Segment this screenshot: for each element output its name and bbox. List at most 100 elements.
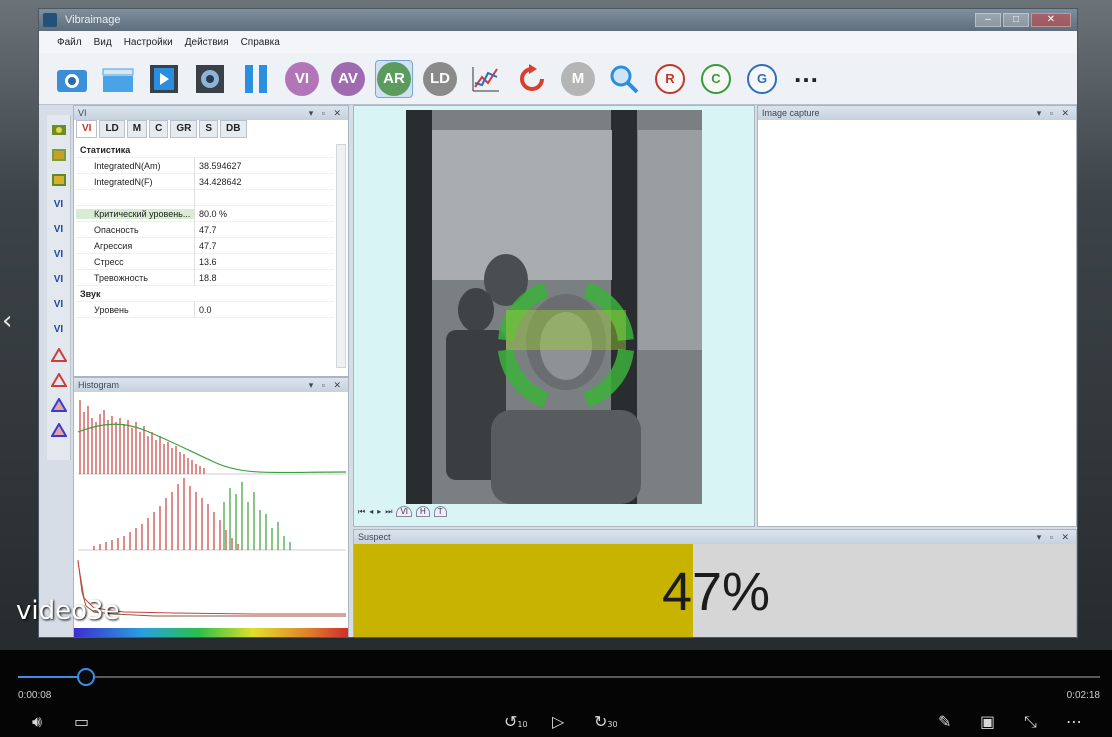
vi-tabs: VI LD M C GR S DB: [74, 120, 247, 138]
tab-h-view[interactable]: H: [416, 506, 430, 517]
side-tool-triangle-3[interactable]: [49, 394, 69, 415]
property-row[interactable]: Опасность 47.7: [76, 221, 334, 238]
property-row[interactable]: Стресс 13.6: [76, 253, 334, 270]
side-tool-triangle-1[interactable]: [49, 344, 69, 365]
tab-m[interactable]: M: [126, 120, 148, 138]
property-value: [194, 189, 199, 206]
property-row[interactable]: IntegratedN(F) 34.428642: [76, 173, 334, 190]
previous-video-icon[interactable]: ‹: [2, 306, 12, 336]
skip-back-button[interactable]: ↺10: [504, 712, 528, 731]
property-row[interactable]: Критический уровень... 80.0 %: [76, 205, 334, 222]
property-row[interactable]: Тревожность 18.8: [76, 269, 334, 286]
chart-icon: [472, 66, 499, 91]
vi-panel-title: VI: [78, 108, 87, 118]
side-tool-camera[interactable]: [49, 119, 69, 140]
side-tool-vi-4[interactable]: VI: [49, 269, 69, 290]
g-button[interactable]: G: [743, 60, 781, 98]
menu-file[interactable]: Файл: [57, 37, 82, 48]
vi-panel-scrollbar[interactable]: [336, 144, 346, 368]
more-options-icon[interactable]: ⋯: [1066, 712, 1082, 731]
suspect-controls[interactable]: ▾ ▫ ✕: [1037, 532, 1072, 543]
chart-button[interactable]: [467, 60, 505, 98]
skip-forward-label: 30: [607, 720, 618, 729]
first-frame-button[interactable]: ⏮: [358, 507, 365, 517]
tab-vi-view[interactable]: VI: [396, 506, 412, 517]
histogram-controls[interactable]: ▾ ▫ ✕: [309, 380, 344, 391]
menu-view[interactable]: Вид: [94, 37, 112, 48]
side-tool-vi-6[interactable]: VI: [49, 319, 69, 340]
minimize-button[interactable]: –: [975, 13, 1001, 27]
reset-button[interactable]: [513, 60, 551, 98]
side-tool-picture[interactable]: [49, 144, 69, 165]
mode-ar-button[interactable]: AR: [375, 59, 413, 98]
fullscreen-exit-icon[interactable]: ⤡: [1024, 712, 1037, 732]
more-icon[interactable]: …: [793, 58, 819, 89]
mode-ld-button[interactable]: LD: [421, 60, 459, 98]
property-grid: Статистика IntegratedN(Am) 38.594627 Inte…: [76, 142, 334, 318]
mode-av-button[interactable]: AV: [329, 60, 367, 98]
skip-forward-button[interactable]: ↻30: [594, 712, 618, 731]
camera-button[interactable]: [53, 60, 91, 98]
av-circle: AV: [331, 61, 365, 96]
maximize-button[interactable]: □: [1003, 13, 1029, 27]
histogram-middle: [78, 478, 346, 551]
next-frame-button[interactable]: ▸: [377, 507, 381, 516]
side-tool-vi-3[interactable]: VI: [49, 244, 69, 265]
tab-t-view[interactable]: T: [433, 506, 447, 517]
property-row[interactable]: Уровень 0.0: [76, 301, 334, 318]
c-button[interactable]: C: [697, 60, 735, 98]
pause-icon: [245, 64, 267, 93]
skip-back-label: 10: [517, 720, 528, 729]
side-tool-vi-2[interactable]: VI: [49, 219, 69, 240]
total-time: 0:02:18: [1066, 690, 1100, 701]
triangle-striped-2-icon: [50, 422, 67, 437]
seek-bar[interactable]: [18, 668, 1100, 686]
image-capture-controls[interactable]: ▾ ▫ ✕: [1037, 108, 1072, 119]
play-button[interactable]: ▷: [552, 712, 564, 731]
property-row[interactable]: Статистика: [76, 142, 334, 158]
miniplayer-icon[interactable]: ▣: [980, 712, 995, 731]
clapper-button[interactable]: [99, 60, 137, 98]
property-key: IntegratedN(F): [94, 176, 153, 187]
vi-panel-controls[interactable]: ▾ ▫ ✕: [309, 108, 344, 119]
property-row[interactable]: [76, 189, 334, 206]
volume-icon[interactable]: 🔊︎: [32, 712, 42, 732]
g-circle: G: [747, 63, 777, 94]
side-tool-triangle-4[interactable]: [49, 419, 69, 440]
last-frame-button[interactable]: ⏭: [385, 507, 392, 517]
prev-frame-button[interactable]: ◂: [369, 507, 373, 516]
video-file-button[interactable]: [145, 60, 183, 98]
spectrum-bar: [74, 628, 348, 637]
r-button[interactable]: R: [651, 60, 689, 98]
mode-vi-button[interactable]: VI: [283, 60, 321, 98]
tab-db[interactable]: DB: [220, 120, 247, 138]
menu-help[interactable]: Справка: [241, 37, 280, 48]
tab-c[interactable]: C: [149, 120, 169, 138]
captions-icon[interactable]: ▭: [74, 712, 89, 731]
edit-icon[interactable]: ✎: [938, 712, 951, 731]
triangle-2-icon: [50, 372, 67, 387]
property-row[interactable]: IntegratedN(Am) 38.594627: [76, 157, 334, 174]
camera-image: [406, 110, 702, 504]
search-button[interactable]: [605, 60, 643, 98]
mode-m-button[interactable]: M: [559, 60, 597, 98]
webcam-film-button[interactable]: [191, 60, 229, 98]
menu-actions[interactable]: Действия: [185, 37, 229, 48]
seek-bar-thumb[interactable]: [77, 668, 96, 686]
side-tool-vi-1[interactable]: VI: [49, 194, 69, 215]
menu-settings[interactable]: Настройки: [124, 37, 173, 48]
side-tool-picture-2[interactable]: [49, 169, 69, 190]
tab-s[interactable]: S: [199, 120, 219, 138]
tab-vi[interactable]: VI: [76, 120, 98, 138]
tab-gr[interactable]: GR: [170, 120, 198, 138]
side-tool-triangle-2[interactable]: [49, 369, 69, 390]
histogram-top: [77, 400, 347, 475]
pause-button[interactable]: [237, 60, 275, 98]
property-row[interactable]: Звук: [76, 286, 334, 302]
side-tool-vi-5[interactable]: VI: [49, 294, 69, 315]
suspect-panel: Suspect ▾ ▫ ✕ 47%: [353, 529, 1077, 637]
property-row[interactable]: Агрессия 47.7: [76, 237, 334, 254]
tab-ld[interactable]: LD: [99, 120, 125, 138]
camera-small-icon: [51, 124, 66, 135]
close-button[interactable]: ✕: [1031, 13, 1071, 27]
